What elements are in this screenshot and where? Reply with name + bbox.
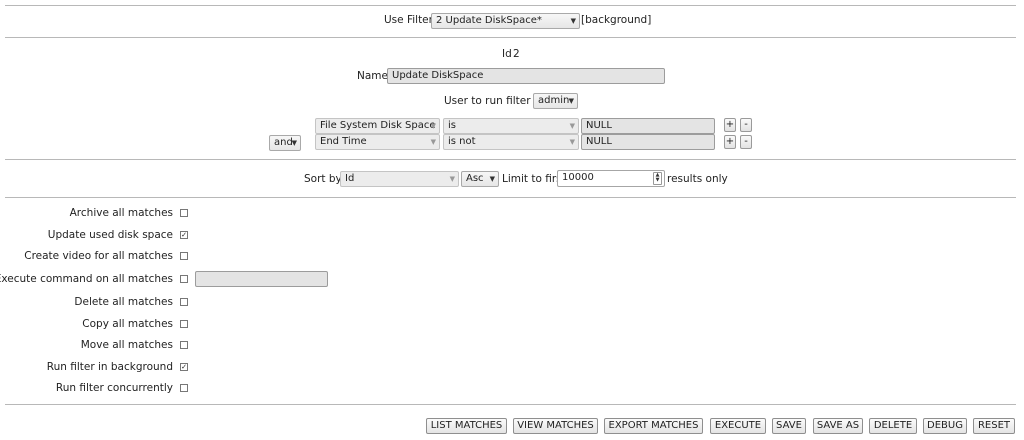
term-1-value: NULL [586,120,612,131]
term-2-operator-select[interactable]: is not ▼ [443,134,579,150]
action-move-checkbox[interactable] [180,341,188,349]
action-create-video-checkbox[interactable] [180,252,188,260]
action-archive-label: Archive all matches [69,207,173,219]
filter-select-value: 2 Update DiskSpace* [436,15,542,26]
term-2-value-input[interactable]: NULL [581,134,715,150]
name-label: Name [357,70,388,82]
execute-button[interactable]: EXECUTE [710,418,766,434]
action-update-disk-space-label: Update used disk space [47,229,173,241]
limit-suffix-label: results only [667,173,728,185]
user-run-as-label: User to run filter as [444,95,546,107]
action-run-background-label: Run filter in background [46,361,173,373]
chevron-down-icon: ▼ [569,138,575,146]
term-1-remove-button[interactable]: - [740,118,752,132]
action-delete-label: Delete all matches [74,296,173,308]
term-2-conjunction-select[interactable]: and ▼ [269,135,301,151]
id-label: Id [502,48,512,60]
term-2-remove-button[interactable]: - [740,135,752,149]
action-copy-label: Copy all matches [82,318,173,330]
sort-field-value: Id [345,173,355,184]
filter-background-note: [background] [581,14,652,26]
chevron-down-icon: ▼ [291,139,297,147]
action-copy-checkbox[interactable] [180,320,188,328]
save-as-button[interactable]: SAVE AS [813,418,863,434]
term-1-value-input[interactable]: NULL [581,118,715,134]
spinner-icon[interactable]: ▲ ▼ [653,172,662,185]
sort-direction-value: Asc [466,173,484,184]
user-run-as-value: admin [538,95,570,106]
term-2-field-select[interactable]: End Time ▼ [315,134,440,150]
action-run-concurrently-label: Run filter concurrently [55,382,173,394]
id-value: 2 [513,48,520,60]
action-move-label: Move all matches [80,339,173,351]
term-2-conjunction-value: and [274,137,293,148]
list-matches-button[interactable]: LIST MATCHES [426,418,507,434]
action-execute-command-label: Execute command on all matches [0,273,173,285]
chevron-down-icon: ▼ [489,175,495,183]
term-1-field-value: File System Disk Space [320,120,436,131]
term-1-add-button[interactable]: + [724,118,736,132]
name-input-value: Update DiskSpace [392,70,484,81]
term-2-value: NULL [586,136,612,147]
sort-direction-select[interactable]: Asc ▼ [461,171,499,187]
action-update-disk-space-checkbox[interactable]: ✓ [180,231,188,239]
divider-actions [5,404,1016,405]
action-create-video-label: Create video for all matches [24,250,173,262]
view-matches-button[interactable]: VIEW MATCHES [513,418,598,434]
delete-button[interactable]: DELETE [869,418,917,434]
divider-filter [5,37,1016,38]
chevron-down-icon: ▼ [430,122,436,130]
name-input[interactable]: Update DiskSpace [387,68,665,84]
term-1-operator-select[interactable]: is ▼ [443,118,579,134]
reset-button[interactable]: RESET [973,418,1015,434]
chevron-down-icon: ▼ [430,138,436,146]
user-run-as-select[interactable]: admin ▼ [533,93,578,109]
filter-select[interactable]: 2 Update DiskSpace* ▼ [431,13,580,29]
sort-field-select[interactable]: Id ▼ [340,171,459,187]
action-delete-checkbox[interactable] [180,298,188,306]
divider-top [5,5,1016,6]
divider-terms [5,159,1016,160]
execute-command-input[interactable] [195,271,328,287]
action-archive-checkbox[interactable] [180,209,188,217]
chevron-down-icon: ▼ [568,97,574,105]
term-2-operator-value: is not [448,136,476,147]
chevron-down-icon: ▼ [569,122,575,130]
export-matches-button[interactable]: EXPORT MATCHES [604,418,703,434]
use-filter-label: Use Filter [384,14,433,26]
term-2-add-button[interactable]: + [724,135,736,149]
term-1-operator-value: is [448,120,456,131]
divider-sort [5,197,1016,198]
term-1-field-select[interactable]: File System Disk Space ▼ [315,118,440,134]
chevron-down-icon: ▼ [570,17,576,25]
action-execute-command-checkbox[interactable] [180,275,188,283]
action-run-concurrently-checkbox[interactable] [180,384,188,392]
limit-input[interactable]: 10000 ▲ ▼ [557,170,665,187]
chevron-down-icon: ▼ [449,175,455,183]
debug-button[interactable]: DEBUG [923,418,967,434]
action-run-background-checkbox[interactable]: ✓ [180,363,188,371]
save-button[interactable]: SAVE [772,418,806,434]
limit-value: 10000 [562,172,594,183]
term-2-field-value: End Time [320,136,367,147]
sort-by-label: Sort by [304,173,342,185]
